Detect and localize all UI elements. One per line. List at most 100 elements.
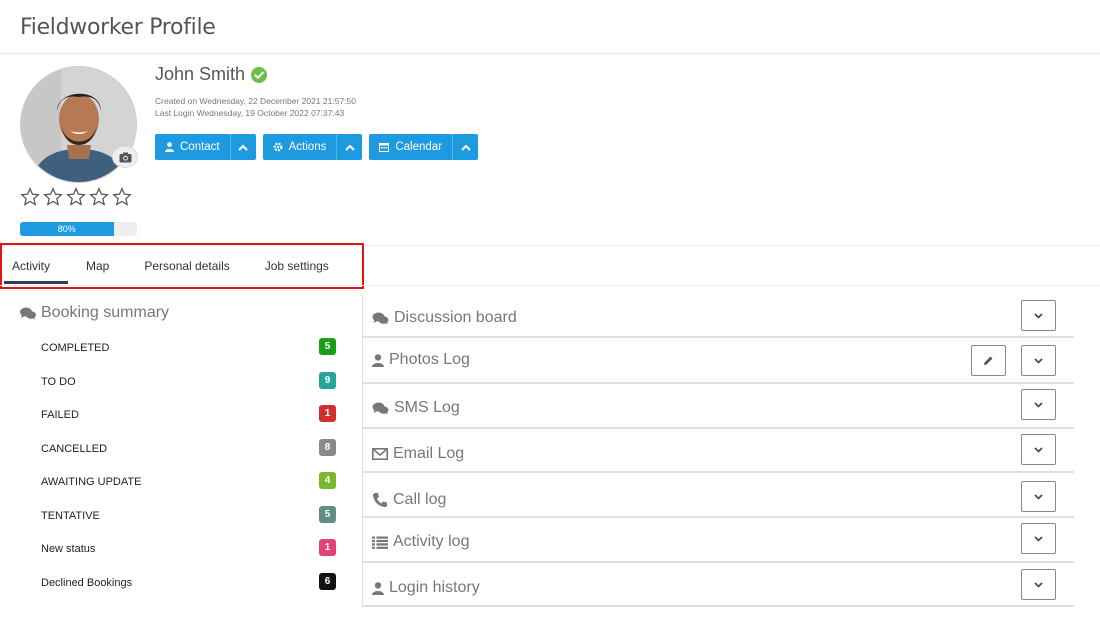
- actions-button-main[interactable]: Actions: [262, 134, 337, 160]
- list-item[interactable]: Declined Bookings 6: [41, 572, 336, 607]
- list-item[interactable]: TO DO 9: [41, 371, 336, 406]
- star-icon[interactable]: [89, 187, 109, 207]
- progress-fill: 80%: [20, 222, 114, 236]
- status-label: FAILED: [41, 409, 79, 421]
- count-badge: 1: [319, 405, 336, 422]
- tab-job-settings[interactable]: Job settings: [255, 245, 339, 287]
- user-icon: [372, 353, 384, 367]
- status-label: COMPLETED: [41, 342, 110, 354]
- expand-button[interactable]: [1021, 300, 1056, 331]
- count-badge: 1: [319, 539, 336, 556]
- expand-button[interactable]: [1021, 434, 1056, 465]
- edit-button[interactable]: [971, 345, 1006, 376]
- user-name: John Smith: [155, 64, 246, 84]
- panel-title-text: Login history: [389, 579, 480, 596]
- expand-button[interactable]: [1021, 345, 1056, 376]
- expand-button[interactable]: [1021, 569, 1056, 600]
- chevron-up-icon: [238, 144, 248, 151]
- divider: [0, 53, 1100, 54]
- chevron-down-icon: [1034, 401, 1043, 408]
- panel-photos-log: Photos Log: [362, 338, 1074, 384]
- panel-title: SMS Log: [372, 399, 460, 417]
- calendar-button-label: Calendar: [395, 141, 443, 153]
- count-badge: 5: [319, 505, 336, 523]
- calendar-dropdown-toggle[interactable]: [452, 134, 479, 160]
- chevron-down-icon: [1034, 535, 1043, 542]
- booking-summary-heading: Booking summary: [20, 304, 169, 322]
- panel-title: Activity log: [372, 533, 469, 551]
- status-label: Declined Bookings: [41, 576, 133, 589]
- chevron-down-icon: [1034, 581, 1043, 588]
- contact-dropdown-toggle[interactable]: [229, 134, 256, 160]
- panel-sms-log: SMS Log: [362, 384, 1074, 429]
- panel-title: Login history: [372, 579, 480, 597]
- created-date: Created on Wednesday, 22 December 2021 2…: [155, 96, 356, 106]
- list-item[interactable]: AWAITING UPDATE 4: [41, 472, 336, 506]
- panel-title-text: SMS Log: [394, 399, 460, 416]
- change-photo-button[interactable]: [112, 146, 138, 168]
- list-item[interactable]: TENTATIVE 5: [41, 505, 336, 540]
- panel-email-log: Email Log: [362, 429, 1074, 473]
- panel-title: Email Log: [372, 445, 464, 463]
- status-label: New status: [41, 543, 96, 555]
- panel-activity-log: Activity log: [362, 518, 1074, 563]
- booking-summary-title: Booking summary: [41, 304, 170, 321]
- list-item[interactable]: CANCELLED 8: [41, 438, 336, 473]
- status-label: AWAITING UPDATE: [41, 476, 142, 488]
- star-icon[interactable]: [66, 187, 86, 207]
- calendar-icon: [379, 143, 390, 152]
- actions-dropdown-toggle[interactable]: [336, 134, 363, 160]
- user-icon: [165, 142, 174, 152]
- count-badge: 4: [319, 472, 336, 489]
- divider: [0, 285, 1100, 286]
- panel-login-history: Login history: [362, 563, 1074, 607]
- contact-button[interactable]: Contact: [155, 134, 256, 160]
- gear-icon: [273, 142, 283, 152]
- calendar-button-main[interactable]: Calendar: [369, 134, 453, 160]
- calendar-button[interactable]: Calendar: [369, 134, 479, 160]
- star-icon[interactable]: [20, 187, 40, 207]
- actions-button-label: Actions: [288, 141, 327, 153]
- chevron-down-icon: [1034, 446, 1043, 453]
- activity-panels: Discussion board Photos Log SMS Log Email L…: [362, 295, 1074, 607]
- pencil-icon: [984, 356, 993, 365]
- list-item[interactable]: New status 1: [41, 539, 336, 573]
- user-name-row: John Smith: [155, 64, 268, 85]
- booking-summary-list: COMPLETED 5 TO DO 9 FAILED 1 CANCELLED 8 AWAITIN…: [41, 338, 336, 606]
- count-badge: 5: [319, 338, 336, 355]
- rating-stars[interactable]: [20, 187, 132, 207]
- contact-button-label: Contact: [180, 141, 220, 153]
- expand-button[interactable]: [1021, 481, 1056, 512]
- panel-title: Discussion board: [372, 309, 517, 327]
- tab-activity[interactable]: Activity: [2, 245, 69, 287]
- chevron-down-icon: [1034, 312, 1043, 319]
- star-icon[interactable]: [43, 187, 63, 207]
- panel-title: Call log: [372, 491, 446, 509]
- count-badge: 6: [319, 572, 336, 590]
- panel-title-text: Discussion board: [394, 309, 517, 326]
- panel-title: Photos Log: [372, 351, 470, 369]
- tab-map[interactable]: Map: [76, 245, 119, 287]
- star-icon[interactable]: [112, 187, 132, 207]
- list-item[interactable]: FAILED 1: [41, 405, 336, 439]
- list-item[interactable]: COMPLETED 5: [41, 338, 336, 372]
- last-login-date: Last Login Wednesday, 19 October 2022 07…: [155, 108, 345, 118]
- list-icon: [372, 536, 388, 549]
- chevron-down-icon: [1034, 493, 1043, 500]
- expand-button[interactable]: [1021, 389, 1056, 420]
- contact-button-main[interactable]: Contact: [155, 134, 230, 160]
- actions-button[interactable]: Actions: [262, 134, 363, 160]
- comments-icon: [20, 307, 36, 319]
- status-label: TENTATIVE: [41, 509, 100, 522]
- status-label: CANCELLED: [41, 442, 108, 455]
- camera-icon: [119, 152, 131, 162]
- chevron-up-icon: [345, 144, 355, 151]
- phone-icon: [372, 492, 388, 508]
- tab-personal-details[interactable]: Personal details: [134, 245, 239, 287]
- action-buttons: Contact Actions Calendar: [155, 134, 479, 160]
- expand-button[interactable]: [1021, 523, 1056, 554]
- panel-discussion-board: Discussion board: [362, 295, 1074, 338]
- comments-icon: [372, 402, 389, 415]
- chevron-up-icon: [460, 144, 471, 151]
- check-circle-icon: [251, 66, 268, 83]
